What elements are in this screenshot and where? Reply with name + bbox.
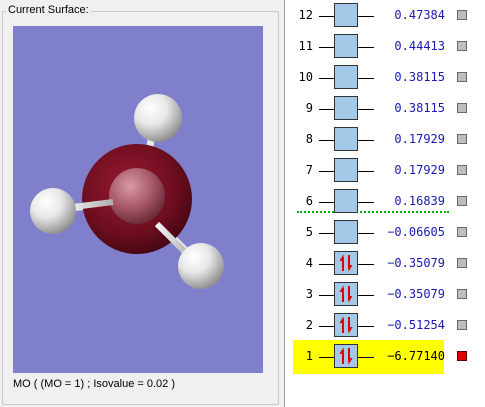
mo-energy: 0.16839: [394, 194, 445, 208]
level-line-left: [319, 202, 334, 203]
visibility-checkbox-icon[interactable]: [457, 320, 467, 330]
mo-level-box[interactable]: [334, 65, 358, 89]
mo-energy: 0.44413: [394, 39, 445, 53]
mo-row[interactable]: 2 −0.51254: [285, 313, 485, 339]
mo-row[interactable]: 4 −0.35079: [285, 251, 485, 277]
level-line-left: [319, 233, 334, 234]
mo-number: 4: [305, 256, 313, 270]
hydrogen-atom: [178, 243, 224, 289]
mo-number: 11: [298, 39, 313, 53]
level-line-right: [358, 109, 374, 110]
level-line-right: [358, 16, 374, 17]
mo-number: 3: [305, 287, 313, 301]
level-line-right: [358, 171, 374, 172]
level-line-left: [319, 357, 334, 358]
mo-energy: 0.17929: [394, 132, 445, 146]
mo-level-box[interactable]: [334, 127, 358, 151]
mo-number: 5: [305, 225, 313, 239]
level-line-left: [319, 295, 334, 296]
surface-group-title: Current Surface:: [6, 4, 91, 16]
mo-level-box[interactable]: [334, 313, 358, 337]
mo-level-box[interactable]: [334, 96, 358, 120]
mo-level-box[interactable]: [334, 3, 358, 27]
mo-row[interactable]: 7 0.17929: [285, 158, 485, 184]
mo-row[interactable]: 11 0.44413: [285, 34, 485, 60]
level-line-left: [319, 47, 334, 48]
up-down-arrows-icon: [339, 316, 353, 334]
mo-row[interactable]: 8 0.17929: [285, 127, 485, 153]
mo-row[interactable]: 12 0.47384: [285, 3, 485, 29]
mo-level-list[interactable]: 12 0.47384 11 0.44413 10 0.38115 9 0.38115 8 0.17…: [284, 0, 485, 407]
mo-energy: 0.38115: [394, 101, 445, 115]
mo-row[interactable]: 3 −0.35079: [285, 282, 485, 308]
visibility-checkbox-icon[interactable]: [457, 72, 467, 82]
visibility-checkbox-icon[interactable]: [457, 289, 467, 299]
level-line-right: [358, 140, 374, 141]
mo-energy: −0.35079: [387, 256, 445, 270]
mo-number: 12: [298, 8, 313, 22]
mo-row[interactable]: 1 −6.77140: [285, 340, 485, 374]
mo-level-box[interactable]: [334, 282, 358, 306]
mo-number: 9: [305, 101, 313, 115]
visibility-checkbox-icon[interactable]: [457, 134, 467, 144]
mo-level-box[interactable]: [334, 251, 358, 275]
level-line-left: [319, 78, 334, 79]
mo-energy: 0.17929: [394, 163, 445, 177]
level-line-left: [319, 140, 334, 141]
mo-number: 1: [305, 349, 313, 363]
level-line-right: [358, 264, 374, 265]
mo-number: 8: [305, 132, 313, 146]
mo-level-box[interactable]: [334, 34, 358, 58]
molecule-render: [30, 94, 224, 289]
visibility-checkbox-icon[interactable]: [457, 227, 467, 237]
visibility-checkbox-icon[interactable]: [457, 351, 467, 361]
mo-energy: 0.38115: [394, 70, 445, 84]
visibility-checkbox-icon[interactable]: [457, 165, 467, 175]
mo-level-box[interactable]: [334, 220, 358, 244]
mo-row[interactable]: 6 0.16839: [285, 189, 485, 215]
mo-number: 2: [305, 318, 313, 332]
hydrogen-atom: [30, 188, 76, 234]
mo-level-box[interactable]: [334, 344, 358, 368]
mo-row[interactable]: 9 0.38115: [285, 96, 485, 122]
mo-energy: 0.47384: [394, 8, 445, 22]
level-line-right: [358, 78, 374, 79]
visibility-checkbox-icon[interactable]: [457, 258, 467, 268]
visibility-checkbox-icon[interactable]: [457, 103, 467, 113]
mo-energy: −0.06605: [387, 225, 445, 239]
level-line-right: [358, 47, 374, 48]
level-line-left: [319, 16, 334, 17]
mo-number: 6: [305, 194, 313, 208]
level-line-left: [319, 264, 334, 265]
mo-number: 7: [305, 163, 313, 177]
surface-panel: Current Surface: MO ((MO = 1) ; Isovalu…: [0, 0, 282, 407]
mo-energy: −0.51254: [387, 318, 445, 332]
level-line-right: [358, 326, 374, 327]
up-down-arrows-icon: [339, 285, 353, 303]
level-line-left: [319, 171, 334, 172]
up-down-arrows-icon: [339, 254, 353, 272]
hydrogen-atom: [134, 94, 182, 142]
mo-row[interactable]: 5 −0.06605: [285, 220, 485, 246]
mo-level-box[interactable]: [334, 189, 358, 213]
molecule-viewport[interactable]: [13, 26, 263, 373]
surface-caption: MO ( (MO = 1) ; Isovalue = 0.02 ): [13, 378, 175, 390]
mo-energy: −0.35079: [387, 287, 445, 301]
visibility-checkbox-icon[interactable]: [457, 41, 467, 51]
level-line-right: [358, 233, 374, 234]
visibility-checkbox-icon[interactable]: [457, 196, 467, 206]
level-line-right: [358, 202, 374, 203]
mo-number: 10: [298, 70, 313, 84]
carbon-atom: [109, 168, 165, 224]
level-line-right: [358, 295, 374, 296]
visibility-checkbox-icon[interactable]: [457, 10, 467, 20]
mo-energy: −6.77140: [387, 349, 445, 363]
level-line-left: [319, 109, 334, 110]
mo-level-box[interactable]: [334, 158, 358, 182]
mo-row[interactable]: 10 0.38115: [285, 65, 485, 91]
level-line-right: [358, 357, 374, 358]
up-down-arrows-icon: [339, 347, 353, 365]
level-line-left: [319, 326, 334, 327]
